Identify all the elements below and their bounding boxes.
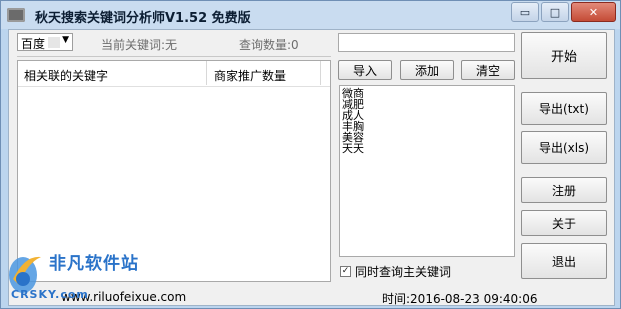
column-divider <box>206 61 207 85</box>
query-main-keyword-label[interactable]: 同时查询主关键词 <box>355 263 451 280</box>
keyword-input[interactable] <box>338 33 515 52</box>
divider <box>17 56 331 57</box>
query-count-label: 查询数量:0 <box>239 38 299 52</box>
column-divider <box>320 61 321 85</box>
query-main-keyword-checkbox-row[interactable]: ✓ 同时查询主关键词 <box>340 263 451 280</box>
app-icon <box>7 8 25 22</box>
export-txt-button[interactable]: 导出(txt) <box>521 92 607 125</box>
column-header-related-keyword[interactable]: 相关联的关键字 <box>24 67 108 84</box>
keyword-list[interactable]: 微商 减肥 成人 丰胸 美容 天天 <box>339 85 515 257</box>
add-button[interactable]: 添加 <box>400 60 454 80</box>
table-header: 相关联的关键字 商家推广数量 <box>18 61 330 87</box>
watermark-logo-text: 非凡软件站 <box>49 254 139 274</box>
selection-highlight <box>48 37 60 48</box>
maximize-icon: □ <box>549 5 561 19</box>
search-engine-value: 百度 <box>21 37 46 51</box>
minimize-button[interactable]: ▭ <box>511 2 539 22</box>
window-title: 秋天搜索关键词分析师V1.52 免费版 <box>35 11 251 26</box>
minimize-icon: ▭ <box>519 5 531 19</box>
start-button[interactable]: 开始 <box>521 32 607 79</box>
watermark: 非凡软件站 CRSKY.com <box>1 243 151 305</box>
list-item[interactable]: 天天 <box>342 143 364 154</box>
check-icon: ✓ <box>341 266 350 276</box>
export-xls-button[interactable]: 导出(xls) <box>521 131 607 164</box>
window-controls: ▭ □ ✕ <box>511 2 616 22</box>
close-button[interactable]: ✕ <box>571 2 616 22</box>
title-bar[interactable]: 秋天搜索关键词分析师V1.52 免费版 ▭ □ ✕ <box>1 1 620 29</box>
chevron-down-icon: ▼ <box>62 35 69 45</box>
column-header-promotion-count[interactable]: 商家推广数量 <box>214 67 286 84</box>
close-icon: ✕ <box>588 5 599 19</box>
about-button[interactable]: 关于 <box>521 210 607 236</box>
exit-button[interactable]: 退出 <box>521 243 607 279</box>
query-main-keyword-checkbox[interactable]: ✓ <box>340 266 351 277</box>
clear-button[interactable]: 清空 <box>461 60 515 80</box>
import-button[interactable]: 导入 <box>338 60 392 80</box>
register-button[interactable]: 注册 <box>521 177 607 203</box>
footer-time: 时间:2016-08-23 09:40:06 <box>382 292 538 306</box>
app-window: 秋天搜索关键词分析师V1.52 免费版 ▭ □ ✕ 百度 ▼ 当前关键词:无 查… <box>0 0 621 309</box>
watermark-sub-text: CRSKY.com <box>11 288 89 301</box>
current-keyword-label: 当前关键词:无 <box>101 38 178 52</box>
search-engine-select[interactable]: 百度 ▼ <box>17 33 73 51</box>
maximize-button[interactable]: □ <box>541 2 569 22</box>
